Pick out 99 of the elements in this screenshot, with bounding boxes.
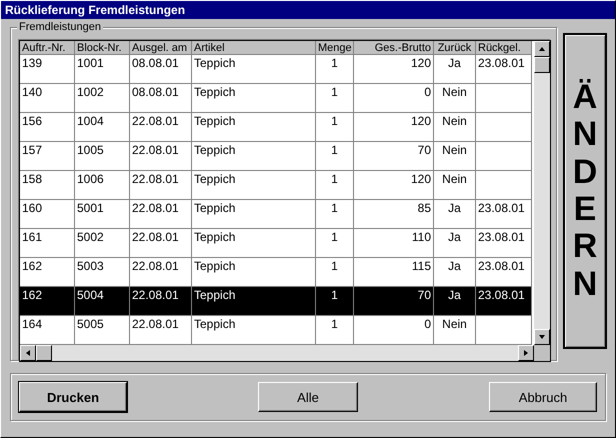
table-cell: 5002 [75, 229, 130, 258]
table-cell [476, 84, 532, 113]
table-cell: 22.08.01 [130, 113, 192, 142]
table-cell: Nein [434, 142, 476, 171]
table-cell: 5004 [75, 287, 130, 316]
table-cell: 161 [20, 229, 75, 258]
dialog-button[interactable]: Abbruch [489, 382, 597, 412]
table-cell: 120 [354, 55, 434, 84]
table-cell: 70 [354, 142, 434, 171]
table-cell: 23.08.01 [476, 55, 532, 84]
scroll-down-button[interactable] [534, 329, 550, 345]
arrow-up-icon [538, 45, 546, 53]
table-cell: 158 [20, 171, 75, 200]
table-row[interactable]: 160 5001 22.08.01 Teppich 1 85 Ja 23.08.01 [20, 200, 534, 229]
table-cell [476, 142, 532, 171]
table-cell: 1 [316, 113, 354, 142]
scrollbar-corner [534, 345, 550, 361]
table-cell: Teppich [192, 142, 316, 171]
column-header[interactable]: Rückgel. [476, 41, 532, 55]
dialog-button[interactable]: Drucken [19, 382, 127, 412]
table-cell: 22.08.01 [130, 142, 192, 171]
column-header[interactable]: Menge [316, 41, 354, 55]
table-cell: 1 [316, 229, 354, 258]
table-row[interactable]: 162 5004 22.08.01 Teppich 1 70 Ja 23.08.01 [20, 287, 534, 316]
table-cell: 1 [316, 84, 354, 113]
table-cell: 157 [20, 142, 75, 171]
table-row[interactable]: 161 5002 22.08.01 Teppich 1 110 Ja 23.08.01 [20, 229, 534, 258]
table-cell: Nein [434, 84, 476, 113]
table-cell: Teppich [192, 84, 316, 113]
table-cell: 1 [316, 171, 354, 200]
table-cell: 160 [20, 200, 75, 229]
table-cell: Nein [434, 171, 476, 200]
table-row[interactable]: 139 1001 08.08.01 Teppich 1 120 Ja 23.08.01 [20, 55, 534, 84]
table-cell: Ja [434, 229, 476, 258]
horizontal-scrollbar[interactable] [20, 345, 550, 361]
scroll-thumb[interactable] [534, 57, 550, 73]
table-cell: 139 [20, 55, 75, 84]
table-cell: Teppich [192, 55, 316, 84]
table-cell: 0 [354, 84, 434, 113]
arrow-right-icon [522, 349, 530, 357]
table-row[interactable]: 158 1006 22.08.01 Teppich 1 120 Nein [20, 171, 534, 200]
table-row[interactable]: 157 1005 22.08.01 Teppich 1 70 Nein [20, 142, 534, 171]
table-cell: 23.08.01 [476, 287, 532, 316]
table-cell: 22.08.01 [130, 229, 192, 258]
table-cell: 1 [316, 287, 354, 316]
table-cell: 120 [354, 113, 434, 142]
column-header[interactable]: Auftr.-Nr. [20, 41, 75, 55]
table-cell: Ja [434, 200, 476, 229]
table-cell: Teppich [192, 171, 316, 200]
scroll-left-button[interactable] [20, 345, 36, 361]
table-cell: Teppich [192, 113, 316, 142]
table-cell: 85 [354, 200, 434, 229]
table-row[interactable]: 156 1004 22.08.01 Teppich 1 120 Nein [20, 113, 534, 142]
table-cell: 23.08.01 [476, 229, 532, 258]
table-cell: 140 [20, 84, 75, 113]
column-header[interactable]: Ausgel. am [130, 41, 192, 55]
table-cell: 110 [354, 229, 434, 258]
scroll-right-button[interactable] [518, 345, 534, 361]
table-cell [476, 171, 532, 200]
table-cell: 22.08.01 [130, 287, 192, 316]
scroll-up-button[interactable] [534, 41, 550, 57]
table-cell: 22.08.01 [130, 200, 192, 229]
table-cell: 22.08.01 [130, 171, 192, 200]
table-cell: 70 [354, 287, 434, 316]
table-cell: 23.08.01 [476, 200, 532, 229]
table-cell: 1001 [75, 55, 130, 84]
table-cell: 1005 [75, 142, 130, 171]
table-cell: 162 [20, 287, 75, 316]
table-cell [476, 113, 532, 142]
table-cell: 1006 [75, 171, 130, 200]
column-header[interactable]: Artikel [192, 41, 316, 55]
change-button[interactable]: ÄNDERN [563, 33, 607, 349]
table-cell: Teppich [192, 229, 316, 258]
table-cell: Teppich [192, 287, 316, 316]
table-cell: Nein [434, 113, 476, 142]
window-title: Rücklieferung Fremdleistungen [1, 1, 615, 19]
group-label: Fremdleistungen [17, 21, 103, 33]
table-cell: 156 [20, 113, 75, 142]
table-cell: 5001 [75, 200, 130, 229]
table-cell: 08.08.01 [130, 55, 192, 84]
scroll-thumb[interactable] [36, 345, 52, 361]
table-cell: 08.08.01 [130, 84, 192, 113]
table-cell: 1 [316, 142, 354, 171]
table-cell: Ja [434, 55, 476, 84]
table-cell: 1 [316, 55, 354, 84]
dialog-button[interactable]: Alle [258, 382, 358, 412]
arrow-left-icon [24, 349, 32, 357]
column-header[interactable]: Zurück [434, 41, 476, 55]
table-cell: Ja [434, 287, 476, 316]
table-row[interactable]: 140 1002 08.08.01 Teppich 1 0 Nein [20, 84, 534, 113]
column-header[interactable]: Block-Nr. [75, 41, 130, 55]
table-cell: 1004 [75, 113, 130, 142]
table-cell: Teppich [192, 200, 316, 229]
column-header[interactable]: Ges.-Brutto [354, 41, 434, 55]
arrow-down-icon [538, 333, 546, 341]
table-cell: 120 [354, 171, 434, 200]
table-cell: 1 [316, 200, 354, 229]
table-cell: 1002 [75, 84, 130, 113]
vertical-scrollbar[interactable] [534, 41, 550, 345]
